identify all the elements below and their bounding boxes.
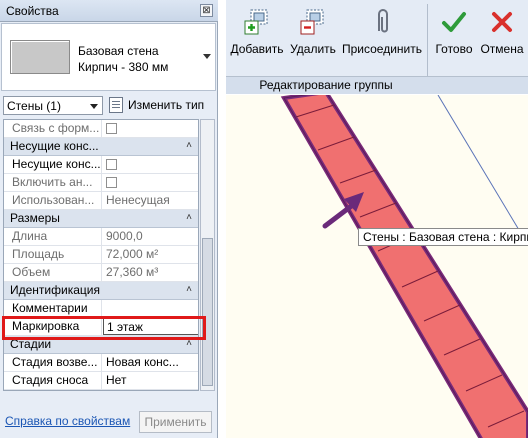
cancel-x-icon	[492, 12, 512, 32]
paperclip-icon	[378, 9, 388, 33]
property-label: Включить ан...	[6, 174, 102, 191]
type-family-name: Базовая стена	[78, 44, 159, 58]
edit-type-icon	[109, 97, 123, 113]
cancel-label: Отмена	[480, 42, 524, 56]
property-row: Несущие конс...	[4, 156, 198, 174]
section-header-identity[interactable]: Идентификация ˄	[4, 282, 198, 300]
section-label: Размеры	[10, 211, 60, 225]
checkmark-icon	[442, 12, 466, 32]
property-label: Стадия сноса	[6, 372, 102, 389]
properties-title: Свойства	[6, 4, 59, 18]
collapse-chevron-icon[interactable]: ˄	[186, 140, 192, 151]
property-value: 72,000 м²	[106, 247, 159, 261]
panel-label-bar: Редактирование группы	[226, 76, 528, 94]
filter-row: Стены (1) Изменить тип	[0, 93, 218, 117]
collapse-chevron-icon[interactable]: ˄	[186, 284, 192, 295]
section-header-structural[interactable]: Несущие конс... ˄	[4, 138, 198, 156]
comments-field[interactable]	[103, 300, 198, 317]
property-row: Связь с форм...	[4, 120, 198, 138]
finish-button[interactable]: Готово	[431, 4, 477, 64]
reference-line	[437, 95, 528, 246]
edit-type-button[interactable]: Изменить тип	[108, 96, 214, 115]
section-label: Идентификация	[10, 283, 100, 297]
property-row: Объем 27,360 м³	[4, 264, 198, 282]
floor-plan-view	[280, 95, 528, 438]
element-tooltip: Стены : Базовая стена : Кирпич	[358, 228, 528, 246]
checkbox[interactable]	[106, 123, 117, 134]
attach-button[interactable]: Присоединить	[340, 4, 424, 64]
category-filter-select[interactable]: Стены (1)	[3, 96, 103, 115]
property-value[interactable]	[103, 120, 198, 137]
property-value[interactable]: Нет	[103, 372, 198, 389]
section-header-dimensions[interactable]: Размеры ˄	[4, 210, 198, 228]
section-label: Несущие конс...	[10, 139, 99, 153]
finish-label: Готово	[435, 42, 473, 56]
drawing-canvas[interactable]	[226, 95, 528, 438]
property-row: Площадь 72,000 м²	[4, 246, 198, 264]
mode-panel: Готово Отмена	[429, 0, 528, 80]
remove-from-group-icon	[300, 9, 324, 35]
edit-group-panel-title: Редактирование группы	[259, 78, 393, 92]
property-label: Площадь	[6, 246, 102, 263]
properties-footer: Справка по свойствам Применить	[0, 404, 218, 438]
property-label: Комментарии	[6, 300, 102, 317]
property-row: Длина 9000,0	[4, 228, 198, 246]
cancel-button[interactable]: Отмена	[477, 4, 527, 64]
property-value: 27,360 м³	[106, 265, 159, 279]
properties-palette: Свойства ⊠ Базовая стена Кирпич - 380 мм…	[0, 0, 218, 438]
properties-grid: Связь с форм... Несущие конс... ˄ Несущи…	[3, 119, 199, 391]
chevron-down-icon	[90, 104, 98, 109]
property-label: Несущие конс...	[6, 156, 102, 173]
property-label: Объем	[6, 264, 102, 281]
property-label: Использован...	[6, 192, 102, 209]
add-to-group-icon	[244, 9, 268, 35]
property-value[interactable]	[103, 174, 198, 191]
add-to-group-button[interactable]: Добавить	[228, 4, 286, 64]
close-icon[interactable]: ⊠	[200, 4, 213, 17]
property-row: Включить ан...	[4, 174, 198, 192]
properties-scrollbar[interactable]	[200, 119, 215, 391]
property-row: Использован... Ненесущая	[4, 192, 198, 210]
checkbox[interactable]	[106, 159, 117, 170]
property-label: Стадия возве...	[6, 354, 102, 371]
remove-from-group-button[interactable]: Удалить	[286, 4, 340, 64]
category-filter-value: Стены (1)	[7, 99, 61, 113]
ribbon: Добавить Удалить Присоединить Готово Отм…	[226, 0, 528, 94]
property-row: Стадия возве... Новая конс...	[4, 354, 198, 372]
remove-from-group-label: Удалить	[290, 42, 336, 56]
properties-help-link[interactable]: Справка по свойствам	[5, 414, 130, 428]
ribbon-separator	[427, 4, 428, 76]
property-value: Ненесущая	[106, 193, 170, 207]
wall-type-preview	[10, 40, 70, 74]
scrollbar-thumb[interactable]	[202, 238, 213, 386]
collapse-chevron-icon[interactable]: ˄	[186, 212, 192, 223]
property-label: Длина	[6, 228, 102, 245]
properties-title-bar: Свойства ⊠	[0, 0, 218, 22]
add-to-group-label: Добавить	[230, 42, 284, 56]
wall-element[interactable]	[280, 95, 528, 438]
mark-highlight-annotation	[2, 316, 206, 340]
property-value: 9000,0	[106, 229, 143, 243]
apply-button[interactable]: Применить	[139, 411, 212, 433]
checkbox[interactable]	[106, 177, 117, 188]
property-value[interactable]: Новая конс...	[103, 354, 198, 371]
attach-label: Присоединить	[341, 42, 422, 56]
property-row: Стадия сноса Нет	[4, 372, 198, 390]
property-label: Связь с форм...	[6, 120, 102, 137]
type-name: Кирпич - 380 мм	[78, 60, 169, 74]
chevron-down-icon[interactable]	[203, 54, 211, 59]
property-value[interactable]	[103, 156, 198, 173]
type-selector[interactable]: Базовая стена Кирпич - 380 мм	[1, 23, 216, 91]
edit-type-label: Изменить тип	[128, 98, 205, 112]
